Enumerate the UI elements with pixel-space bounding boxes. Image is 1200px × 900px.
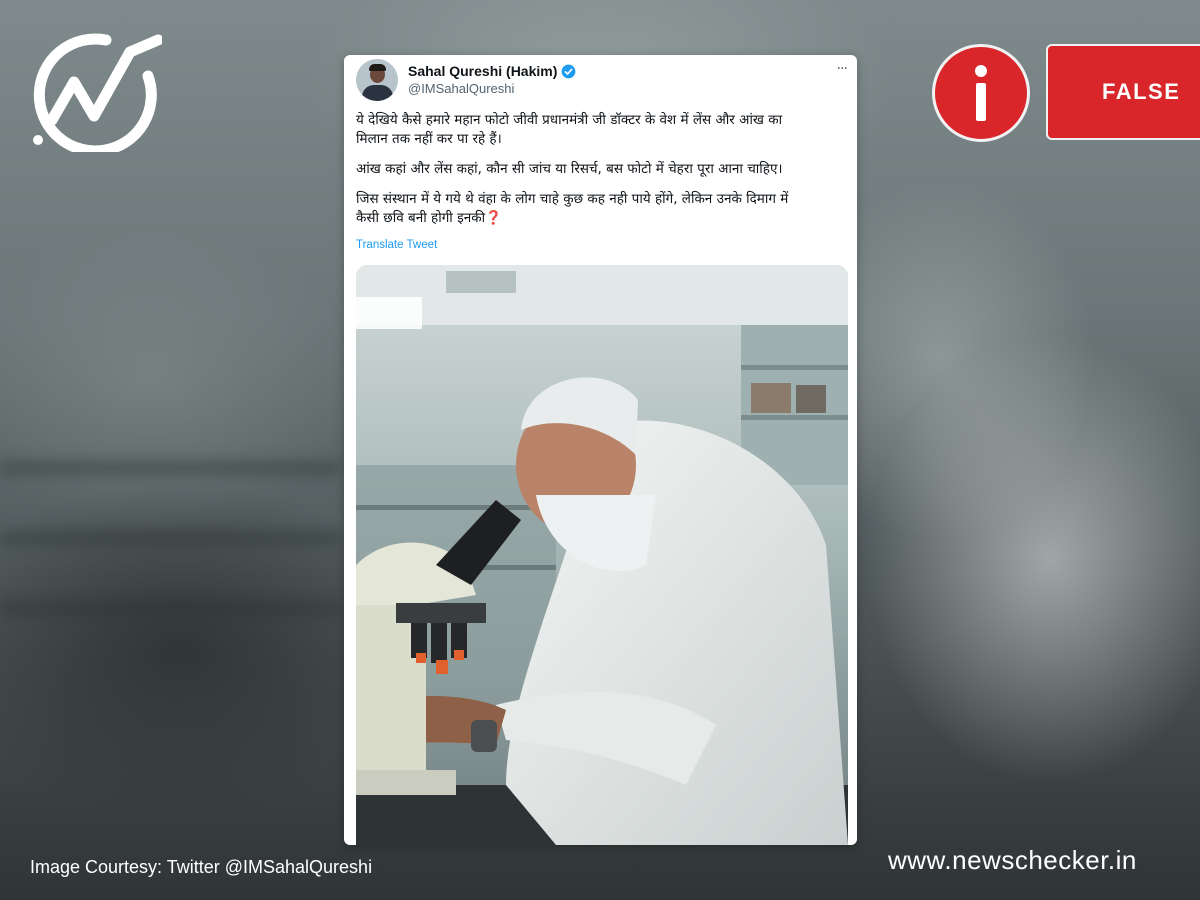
tweet-photo[interactable] [356, 265, 848, 845]
author-name: Sahal Qureshi (Hakim) [408, 63, 558, 79]
question-mark-emoji: ❓ [485, 210, 502, 226]
tweet-author[interactable]: Sahal Qureshi (Hakim) [408, 63, 576, 79]
newschecker-logo [30, 32, 164, 157]
tweet-card: Sahal Qureshi (Hakim) @IMSahalQureshi ··… [344, 55, 857, 845]
author-handle[interactable]: @IMSahalQureshi [408, 81, 514, 96]
more-options-icon[interactable]: ··· [837, 61, 848, 77]
info-icon [932, 44, 1030, 142]
lab-scene-illustration [356, 265, 848, 845]
translate-tweet-link[interactable]: Translate Tweet [356, 239, 437, 251]
tweet-body: ये देखिये कैसे हमारे महान फोटो जीवी प्रध… [356, 111, 846, 239]
image-courtesy: Image Courtesy: Twitter @IMSahalQureshi [30, 857, 373, 877]
site-url[interactable]: www.newschecker.in [888, 845, 1137, 876]
tweet-paragraph-text: जिस संस्थान में ये गये थे वंहा के लोग चा… [356, 191, 789, 226]
verified-badge-icon [562, 64, 576, 78]
background-shelf [0, 530, 340, 546]
verdict-badge: FALSE [1046, 44, 1200, 140]
tweet-paragraph: ये देखिये कैसे हमारे महान फोटो जीवी प्रध… [356, 112, 783, 147]
background-shelf [0, 600, 340, 616]
tweet-paragraph: जिस संस्थान में ये गये थे वंहा के लोग चा… [356, 190, 846, 228]
newschecker-check-icon [33, 33, 164, 157]
tweet-paragraph: आंख कहां और लेंस कहां, कौन सी जांच या रि… [356, 161, 783, 177]
avatar[interactable] [356, 59, 398, 101]
background-shelf [0, 460, 340, 476]
